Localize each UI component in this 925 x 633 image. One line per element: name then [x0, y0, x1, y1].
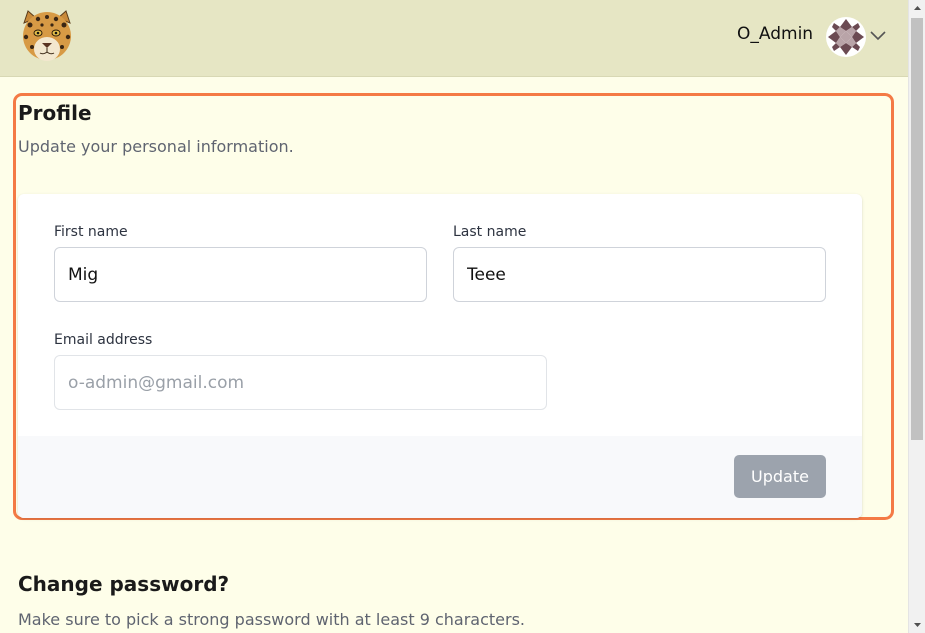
leopard-logo-icon[interactable]: [18, 9, 76, 65]
chevron-down-icon[interactable]: [868, 28, 888, 44]
last-name-input[interactable]: [453, 247, 826, 302]
change-password-title: Change password?: [18, 572, 230, 596]
update-button[interactable]: Update: [734, 455, 826, 498]
change-password-subtitle: Make sure to pick a strong password with…: [18, 610, 525, 629]
vertical-scrollbar[interactable]: [908, 0, 925, 633]
profile-title: Profile: [18, 101, 92, 125]
first-name-input[interactable]: [54, 247, 427, 302]
scroll-up-arrow-icon[interactable]: [909, 0, 925, 17]
email-input[interactable]: [54, 355, 547, 410]
scroll-down-arrow-icon[interactable]: [909, 616, 925, 633]
profile-subtitle: Update your personal information.: [18, 137, 294, 156]
profile-form-card: First name Last name Email address Updat…: [18, 194, 862, 518]
scrollbar-thumb[interactable]: [911, 18, 923, 440]
first-name-label: First name: [54, 224, 128, 240]
last-name-label: Last name: [453, 224, 527, 240]
email-label: Email address: [54, 332, 153, 348]
user-name[interactable]: O_Admin: [737, 24, 813, 44]
user-avatar[interactable]: [826, 17, 866, 57]
top-navbar: O_Admin: [0, 0, 908, 77]
